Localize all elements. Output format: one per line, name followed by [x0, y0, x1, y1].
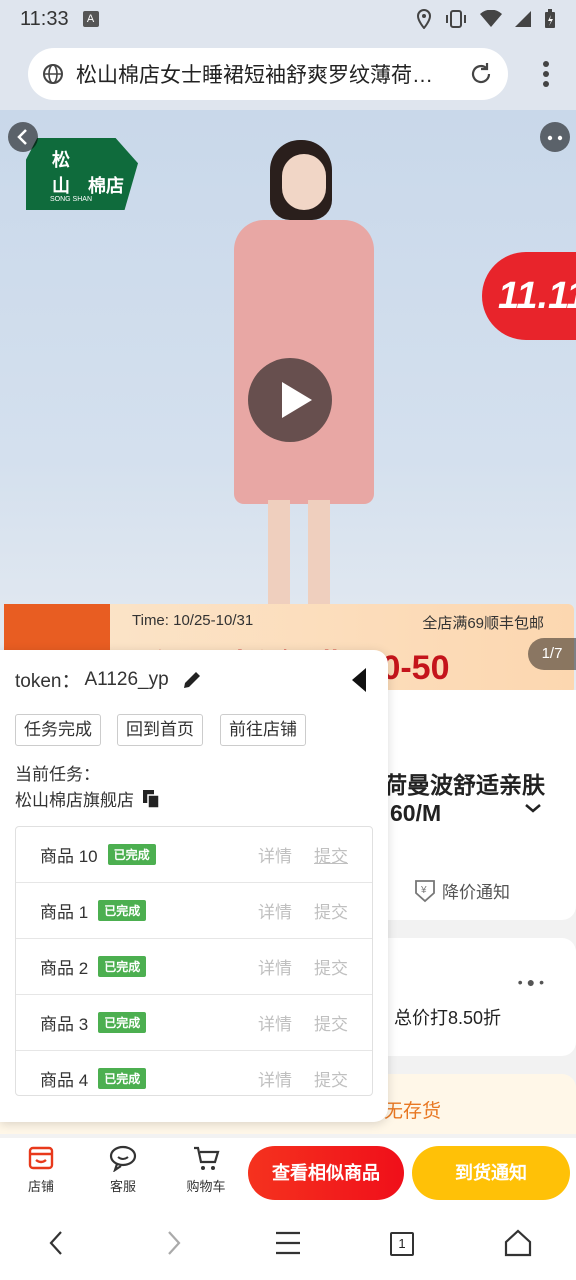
pager-dots: •●• — [517, 974, 548, 990]
location-icon — [416, 9, 432, 29]
status-badge: 已完成 — [98, 900, 147, 921]
tabs-button[interactable]: 1 — [390, 1232, 414, 1256]
submit-link[interactable]: 提交 — [314, 898, 348, 923]
collapse-panel-icon[interactable] — [350, 666, 368, 694]
product-gallery[interactable]: 松 山 棉店 SONG SHAN 11.11 Time: 10/25-10/31… — [0, 110, 576, 690]
arrival-notify-button[interactable]: 到货通知 — [412, 1146, 570, 1200]
detail-link[interactable]: 详情 — [258, 1066, 292, 1091]
image-counter: 1/7 — [528, 638, 576, 670]
store-icon — [28, 1146, 54, 1170]
wifi-icon — [480, 10, 502, 27]
status-badge: 已完成 — [107, 844, 156, 865]
status-time: 11:33 — [20, 7, 69, 30]
promo-time: Time: 10/25-10/31 — [132, 612, 254, 629]
detail-link[interactable]: 详情 — [258, 898, 292, 923]
task-row: 商品 2 已完成 详情 提交 — [16, 939, 372, 995]
view-similar-button[interactable]: 查看相似商品 — [248, 1146, 404, 1200]
current-task: 松山棉店旗舰店 — [15, 786, 160, 811]
task-row: 商品 3 已完成 详情 提交 — [16, 995, 372, 1051]
chevron-down-icon[interactable] — [524, 802, 542, 814]
browser-nav-bar: 1 — [0, 1208, 576, 1280]
hamburger-menu-icon[interactable] — [274, 1228, 302, 1258]
vibrate-icon — [446, 10, 466, 28]
task-row: 商品 1 已完成 详情 提交 — [16, 883, 372, 939]
task-complete-button[interactable]: 任务完成 — [15, 714, 101, 746]
status-bar: 11:33 A — [0, 0, 576, 38]
overflow-menu-icon[interactable] — [542, 60, 550, 88]
task-name: 商品 4 — [40, 1071, 89, 1090]
token-value: A1126_yp — [84, 668, 169, 690]
svg-text:¥: ¥ — [420, 885, 427, 896]
status-icons — [416, 9, 556, 29]
service-button[interactable]: 客服 — [95, 1144, 151, 1195]
store-label: 店铺 — [27, 1179, 54, 1194]
token-label: token： — [15, 671, 81, 692]
token-row: token： A1126_yp — [15, 666, 203, 693]
double-eleven-badge: 11.11 — [482, 252, 576, 340]
price-notice-button[interactable]: ¥ 降价通知 — [414, 878, 510, 903]
task-name: 商品 2 — [40, 959, 89, 978]
discount-text: 总价打8.50折 — [394, 1008, 502, 1028]
cart-icon — [194, 1146, 220, 1170]
task-name: 商品 1 — [40, 903, 89, 922]
status-badge: 已完成 — [98, 1068, 147, 1089]
stock-status: 无存货 — [384, 1101, 442, 1122]
task-name: 商品 10 — [40, 847, 98, 866]
model-face — [282, 154, 326, 210]
price-notice-label: 降价通知 — [442, 883, 510, 902]
store-button[interactable]: 店铺 — [13, 1144, 69, 1195]
battery-icon — [545, 9, 555, 28]
product-size: 60/M — [390, 800, 442, 826]
task-row: 商品 4 已完成 详情 提交 — [16, 1051, 372, 1095]
go-to-store-button[interactable]: 前往店铺 — [220, 714, 306, 746]
pencil-icon[interactable] — [181, 669, 203, 691]
forward-arrow-icon[interactable] — [162, 1228, 186, 1258]
detail-link[interactable]: 详情 — [258, 954, 292, 979]
service-label: 客服 — [109, 1179, 136, 1194]
status-badge: 已完成 — [98, 956, 147, 977]
browser-toolbar: 松山棉店女士睡裙短袖舒爽罗纹薄荷… — [0, 38, 576, 110]
address-bar[interactable]: 松山棉店女士睡裙短袖舒爽罗纹薄荷… — [28, 48, 508, 100]
brand-logo: 松 山 棉店 SONG SHAN — [26, 138, 138, 210]
cart-label: 购物车 — [186, 1179, 226, 1194]
task-name: 商品 3 — [40, 1015, 89, 1034]
back-button[interactable] — [8, 122, 38, 152]
back-arrow-icon[interactable] — [44, 1228, 68, 1258]
task-list: 商品 10 已完成 详情 提交 商品 1 已完成 详情 提交 商品 2 已完成 … — [15, 826, 373, 1096]
submit-link[interactable]: 提交 — [314, 1010, 348, 1035]
globe-icon — [43, 64, 63, 84]
task-panel: token： A1126_yp 任务完成 回到首页 前往店铺 当前任务： 松山棉… — [0, 650, 388, 1122]
product-title: 荷曼波舒适亲肤 — [384, 772, 545, 798]
play-video-button[interactable] — [248, 358, 332, 442]
promo-shipping: 全店满69顺丰包邮 — [422, 615, 544, 632]
submit-link[interactable]: 提交 — [314, 842, 348, 867]
address-text: 松山棉店女士睡裙短袖舒爽罗纹薄荷… — [76, 64, 433, 87]
detail-link[interactable]: 详情 — [258, 1010, 292, 1035]
submit-link[interactable]: 提交 — [314, 1066, 348, 1091]
accessibility-icon: A — [82, 11, 99, 27]
price-tag-icon: ¥ — [415, 879, 435, 902]
current-task-label: 当前任务： — [15, 765, 100, 784]
cart-button[interactable]: 购物车 — [178, 1144, 234, 1195]
signal-icon — [515, 11, 531, 27]
current-task-name: 松山棉店旗舰店 — [15, 791, 134, 810]
back-home-button[interactable]: 回到首页 — [117, 714, 203, 746]
chevron-left-icon — [17, 129, 27, 145]
detail-link[interactable]: 详情 — [258, 842, 292, 867]
status-badge: 已完成 — [98, 1012, 147, 1033]
task-row: 商品 10 已完成 详情 提交 — [16, 827, 372, 883]
more-dots-icon — [547, 135, 563, 141]
bottom-action-bar: 店铺 客服 购物车 查看相似商品 到货通知 — [0, 1138, 576, 1208]
more-button[interactable] — [540, 122, 570, 152]
home-icon[interactable] — [504, 1228, 532, 1258]
reload-icon[interactable] — [468, 61, 494, 87]
submit-link[interactable]: 提交 — [314, 954, 348, 979]
copy-icon[interactable] — [142, 789, 160, 809]
chat-icon — [109, 1145, 137, 1172]
